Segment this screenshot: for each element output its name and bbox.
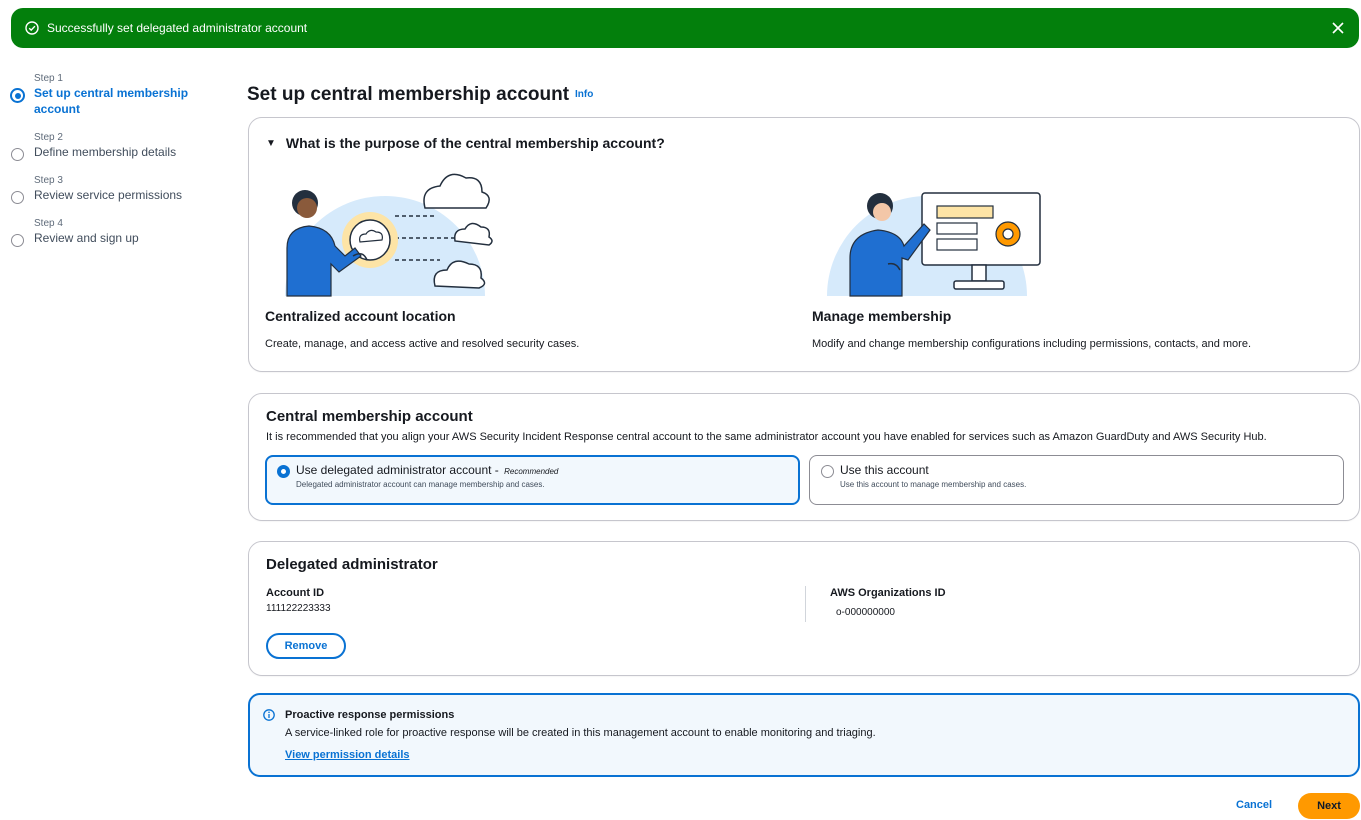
cloud-network-illustration xyxy=(265,168,785,298)
account-id-value: 111122223333 xyxy=(266,603,331,614)
next-button[interactable]: Next xyxy=(1298,793,1360,819)
account-id-field: Account ID 111122223333 xyxy=(266,587,331,614)
feature-manage-membership: Manage membership Modify and change memb… xyxy=(812,168,1352,350)
feature-title: Centralized account location xyxy=(265,308,456,324)
alert-description: A service-linked role for proactive resp… xyxy=(285,727,876,739)
tile-label: Use delegated administrator account - xyxy=(296,463,499,477)
column-divider xyxy=(805,586,806,622)
radio-selected[interactable] xyxy=(277,465,290,478)
info-icon xyxy=(263,709,275,721)
success-flash-banner: Successfully set delegated administrator… xyxy=(11,8,1359,48)
feature-centralized-location: Centralized account location Create, man… xyxy=(265,168,785,350)
step-active-indicator-icon xyxy=(10,88,25,103)
recommended-label: Recommended xyxy=(504,467,559,476)
account-id-label: Account ID xyxy=(266,587,325,599)
tile-use-this-account[interactable]: Use this account Use this account to man… xyxy=(809,455,1344,505)
tile-use-delegated-admin[interactable]: Use delegated administrator account - Re… xyxy=(265,455,800,505)
purpose-expander-toggle[interactable]: ▼ What is the purpose of the central mem… xyxy=(266,135,665,151)
caret-down-icon: ▼ xyxy=(266,137,276,149)
check-circle-icon xyxy=(25,21,39,35)
step-number: Step 4 xyxy=(34,218,63,229)
remove-button[interactable]: Remove xyxy=(266,633,346,659)
step-number: Step 3 xyxy=(34,175,63,186)
organizations-id-label: AWS Organizations ID xyxy=(830,587,946,599)
view-permission-details-link[interactable]: View permission details xyxy=(285,749,410,761)
flash-message: Successfully set delegated administrator… xyxy=(47,21,308,35)
page-title: Set up central membership account Info xyxy=(247,84,593,106)
close-icon[interactable] xyxy=(1331,21,1345,35)
section-description: It is recommended that you align your AW… xyxy=(266,431,1267,443)
tile-description: Delegated administrator account can mana… xyxy=(296,480,545,489)
step-label: Define membership details xyxy=(34,145,177,159)
step-label: Set up central membership account xyxy=(34,86,189,116)
radio-unselected[interactable] xyxy=(821,465,834,478)
cancel-button[interactable]: Cancel xyxy=(1236,799,1272,811)
purpose-expandable-section: ▼ What is the purpose of the central mem… xyxy=(248,117,1360,372)
wizard-step-4: Step 4 Review and sign up xyxy=(10,217,210,247)
alert-title: Proactive response permissions xyxy=(285,709,455,721)
step-label: Review and sign up xyxy=(34,231,139,245)
organizations-id-field: AWS Organizations ID o-000000000 xyxy=(830,587,946,618)
proactive-permissions-alert: Proactive response permissions A service… xyxy=(248,693,1360,777)
wizard-step-1[interactable]: Step 1 Set up central membership account xyxy=(10,72,210,117)
feature-description: Create, manage, and access active and re… xyxy=(265,338,580,350)
wizard-step-3: Step 3 Review service permissions xyxy=(10,174,210,204)
organizations-id-value: o-000000000 xyxy=(836,607,895,618)
step-indicator-icon xyxy=(11,148,24,161)
section-title: Delegated administrator xyxy=(266,556,438,573)
section-title: Central membership account xyxy=(266,408,473,425)
step-number: Step 2 xyxy=(34,132,63,143)
step-label: Review service permissions xyxy=(34,188,183,202)
tile-description: Use this account to manage membership an… xyxy=(840,480,1027,489)
tile-label: Use this account xyxy=(840,463,929,477)
feature-title: Manage membership xyxy=(812,308,952,324)
wizard-step-2: Step 2 Define membership details xyxy=(10,131,210,161)
central-membership-account-section: Central membership account It is recomme… xyxy=(248,393,1360,521)
feature-description: Modify and change membership configurati… xyxy=(812,338,1252,350)
info-link[interactable]: Info xyxy=(575,89,593,100)
wizard-steps: Step 1 Set up central membership account… xyxy=(10,72,210,260)
delegated-administrator-section: Delegated administrator Account ID 11112… xyxy=(248,541,1360,676)
step-indicator-icon xyxy=(11,234,24,247)
step-indicator-icon xyxy=(11,191,24,204)
membership-settings-illustration xyxy=(812,168,1352,298)
page-title-text: Set up central membership account xyxy=(247,84,570,105)
expander-title: What is the purpose of the central membe… xyxy=(285,135,665,151)
step-number: Step 1 xyxy=(34,73,63,84)
